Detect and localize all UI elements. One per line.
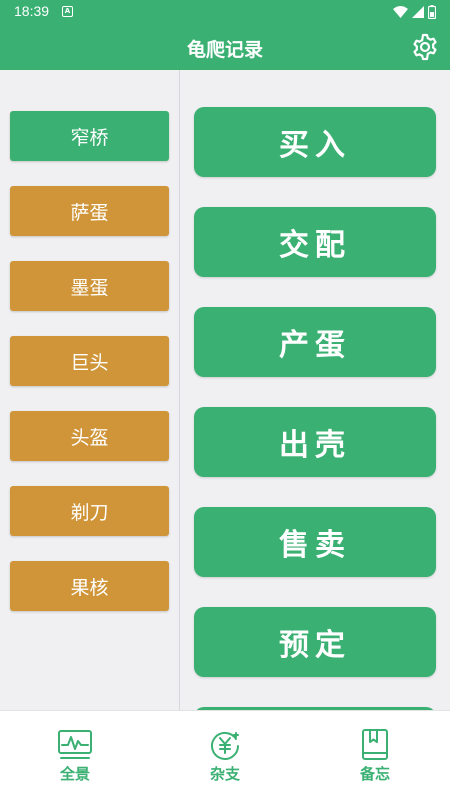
nav-memo[interactable]: 备忘 xyxy=(335,729,415,784)
species-button-4[interactable]: 巨头 xyxy=(10,336,169,386)
nav-label-memo: 备忘 xyxy=(359,765,390,783)
buy-button[interactable]: 买入 xyxy=(194,107,436,177)
nav-misc-expenses[interactable]: 杂支 xyxy=(185,729,265,784)
status-bar: 18:39 A xyxy=(0,0,450,24)
cell-signal-icon xyxy=(412,6,424,18)
reserve-button[interactable]: 预定 xyxy=(194,607,436,677)
status-time: 18:39 xyxy=(14,3,50,19)
species-button-2[interactable]: 萨蛋 xyxy=(10,186,169,236)
wifi-icon xyxy=(393,6,408,18)
nav-label-misc-expenses: 杂支 xyxy=(209,765,240,783)
overview-chart-icon xyxy=(58,730,92,759)
species-button-5[interactable]: 头盔 xyxy=(10,411,169,461)
battery-icon xyxy=(428,5,436,19)
mating-button[interactable]: 交配 xyxy=(194,207,436,277)
notebook-icon xyxy=(362,729,388,760)
species-button-3[interactable]: 墨蛋 xyxy=(10,261,169,311)
nav-label-overview: 全景 xyxy=(59,765,90,783)
page-title: 龟爬记录 xyxy=(186,39,263,61)
status-icons xyxy=(393,4,436,20)
nav-overview[interactable]: 全景 xyxy=(35,729,115,784)
species-button-6[interactable]: 剃刀 xyxy=(10,486,169,536)
yuan-coin-icon xyxy=(211,731,239,760)
gear-icon xyxy=(413,33,437,61)
egg-laying-button[interactable]: 产蛋 xyxy=(194,307,436,377)
sell-button[interactable]: 售卖 xyxy=(194,507,436,577)
species-button-7[interactable]: 果核 xyxy=(10,561,169,611)
bottom-nav: 全景 杂支 备忘 xyxy=(0,710,450,800)
species-button-1[interactable]: 窄桥 xyxy=(10,111,169,161)
app-bar: 龟爬记录 xyxy=(0,24,450,70)
notification-icon: A xyxy=(62,6,73,17)
settings-button[interactable] xyxy=(410,32,440,62)
hatching-button[interactable]: 出壳 xyxy=(194,407,436,477)
species-list: 窄桥 萨蛋 墨蛋 巨头 头盔 剃刀 果核 xyxy=(0,70,180,710)
action-list[interactable]: 买入 交配 产蛋 出壳 售卖 预定 xyxy=(181,70,450,710)
